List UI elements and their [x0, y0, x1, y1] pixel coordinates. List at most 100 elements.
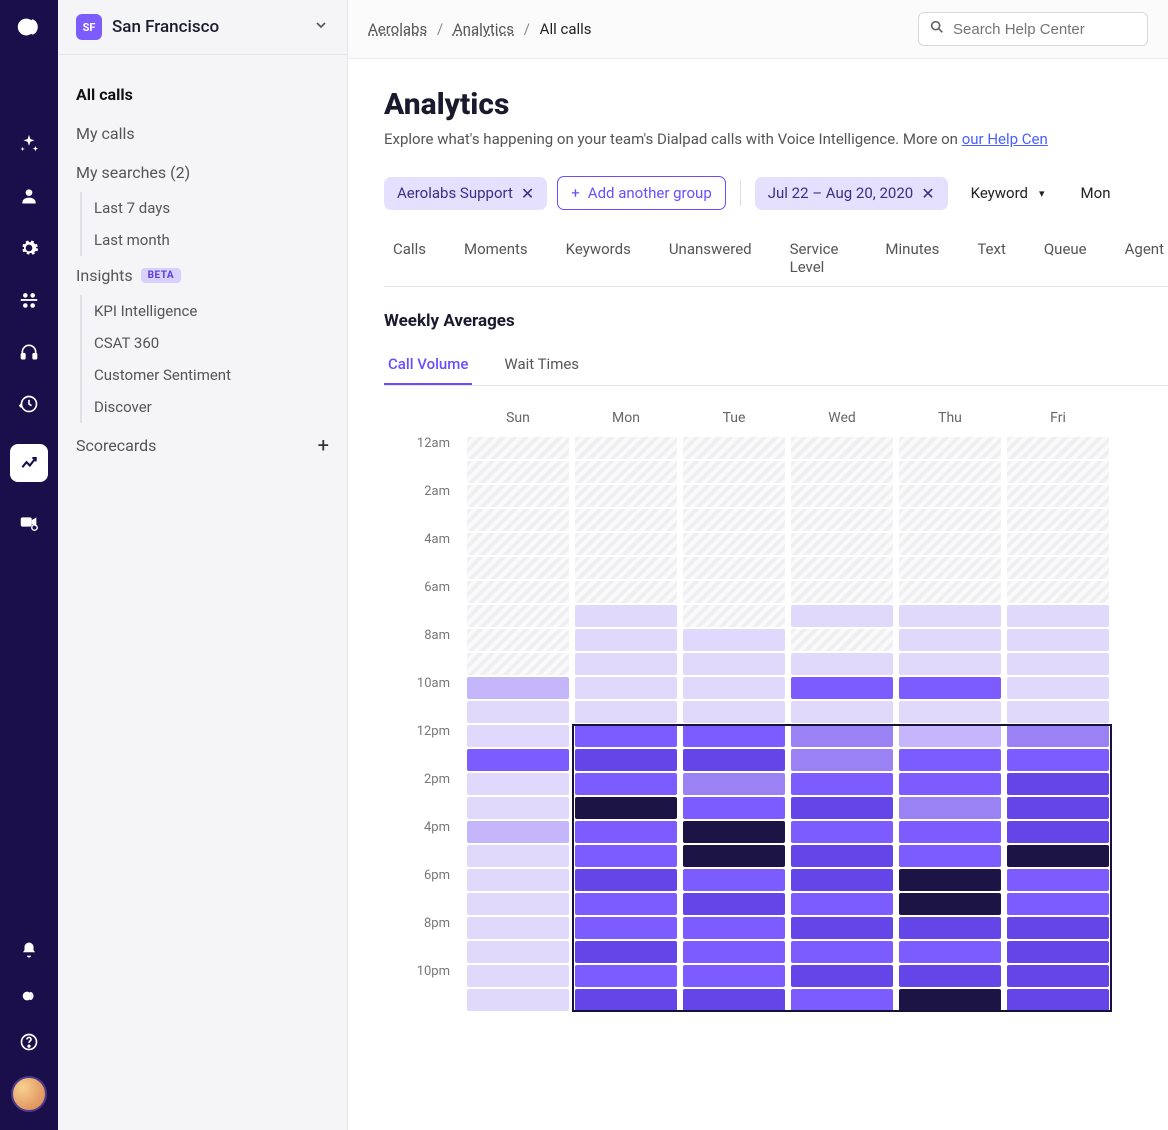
- heatmap-cell[interactable]: [1007, 917, 1109, 939]
- subtab-call-volume[interactable]: Call Volume: [384, 345, 472, 385]
- heatmap-cell[interactable]: [467, 797, 569, 819]
- heatmap-cell[interactable]: [467, 437, 569, 459]
- heatmap-cell[interactable]: [791, 605, 893, 627]
- heatmap-cell[interactable]: [791, 893, 893, 915]
- heatmap-cell[interactable]: [575, 893, 677, 915]
- heatmap-cell[interactable]: [899, 965, 1001, 987]
- analytics-icon[interactable]: [10, 444, 48, 482]
- heatmap-cell[interactable]: [575, 677, 677, 699]
- heatmap-cell[interactable]: [791, 581, 893, 603]
- heatmap-cell[interactable]: [1007, 701, 1109, 723]
- heatmap-cell[interactable]: [467, 509, 569, 531]
- heatmap-cell[interactable]: [791, 701, 893, 723]
- heatmap-cell[interactable]: [1007, 461, 1109, 483]
- heatmap-cell[interactable]: [575, 773, 677, 795]
- heatmap-cell[interactable]: [575, 845, 677, 867]
- keyword-dropdown[interactable]: Keyword ▾: [958, 177, 1058, 209]
- heatmap-cell[interactable]: [683, 461, 785, 483]
- heatmap-cell[interactable]: [1007, 485, 1109, 507]
- heatmap-cell[interactable]: [791, 917, 893, 939]
- help-icon[interactable]: [17, 1030, 41, 1054]
- tab-agent[interactable]: Agent: [1121, 230, 1168, 286]
- heatmap-cell[interactable]: [575, 869, 677, 891]
- headset-icon[interactable]: [17, 340, 41, 364]
- heatmap-cell[interactable]: [683, 581, 785, 603]
- sidebar-item-all-calls[interactable]: All calls: [76, 75, 329, 114]
- heatmap-cell[interactable]: [791, 485, 893, 507]
- heatmap-cell[interactable]: [1007, 797, 1109, 819]
- heatmap-cell[interactable]: [1007, 653, 1109, 675]
- heatmap-cell[interactable]: [575, 701, 677, 723]
- add-group-button[interactable]: + Add another group: [557, 176, 725, 210]
- tab-unanswered[interactable]: Unanswered: [665, 230, 756, 286]
- heatmap-cell[interactable]: [575, 797, 677, 819]
- heatmap-cell[interactable]: [683, 989, 785, 1011]
- heatmap-cell[interactable]: [575, 437, 677, 459]
- heatmap-cell[interactable]: [467, 581, 569, 603]
- heatmap-cell[interactable]: [791, 989, 893, 1011]
- heatmap-cell[interactable]: [899, 725, 1001, 747]
- heatmap-cell[interactable]: [575, 605, 677, 627]
- heatmap-cell[interactable]: [899, 533, 1001, 555]
- sidebar-item-sentiment[interactable]: Customer Sentiment: [94, 359, 329, 391]
- heatmap-cell[interactable]: [467, 629, 569, 651]
- heatmap-cell[interactable]: [899, 821, 1001, 843]
- heatmap-cell[interactable]: [1007, 437, 1109, 459]
- heatmap-cell[interactable]: [683, 773, 785, 795]
- heatmap-cell[interactable]: [467, 893, 569, 915]
- heatmap-cell[interactable]: [791, 941, 893, 963]
- heatmap-cell[interactable]: [683, 701, 785, 723]
- heatmap-cell[interactable]: [1007, 677, 1109, 699]
- heatmap-cell[interactable]: [575, 821, 677, 843]
- heatmap-cell[interactable]: [899, 629, 1001, 651]
- filter-group-chip[interactable]: Aerolabs Support ✕: [384, 177, 547, 210]
- heatmap-cell[interactable]: [1007, 773, 1109, 795]
- heatmap-cell[interactable]: [899, 677, 1001, 699]
- help-search-input[interactable]: [953, 21, 1152, 38]
- heatmap-cell[interactable]: [467, 917, 569, 939]
- heatmap-cell[interactable]: [467, 533, 569, 555]
- video-settings-icon[interactable]: [17, 510, 41, 534]
- tab-moments[interactable]: Moments: [460, 230, 532, 286]
- heatmap-cell[interactable]: [899, 437, 1001, 459]
- heatmap-cell[interactable]: [683, 917, 785, 939]
- workspace-switcher[interactable]: SF San Francisco: [58, 0, 347, 55]
- heatmap-cell[interactable]: [899, 989, 1001, 1011]
- heatmap-cell[interactable]: [575, 653, 677, 675]
- heatmap-cell[interactable]: [467, 461, 569, 483]
- heatmap-cell[interactable]: [791, 533, 893, 555]
- heatmap-cell[interactable]: [791, 821, 893, 843]
- heatmap-cell[interactable]: [683, 629, 785, 651]
- tab-service-level[interactable]: Service Level: [786, 230, 852, 286]
- heatmap-cell[interactable]: [1007, 725, 1109, 747]
- heatmap-cell[interactable]: [467, 845, 569, 867]
- heatmap-cell[interactable]: [1007, 629, 1109, 651]
- heatmap-cell[interactable]: [467, 653, 569, 675]
- dialpad-small-icon[interactable]: [17, 984, 41, 1008]
- heatmap-cell[interactable]: [791, 461, 893, 483]
- heatmap-cell[interactable]: [683, 749, 785, 771]
- heatmap-cell[interactable]: [791, 773, 893, 795]
- heatmap-cell[interactable]: [467, 821, 569, 843]
- heatmap-cell[interactable]: [575, 509, 677, 531]
- sidebar-item-last-7[interactable]: Last 7 days: [94, 192, 329, 224]
- heatmap-cell[interactable]: [575, 725, 677, 747]
- app-logo[interactable]: [14, 12, 44, 42]
- heatmap-cell[interactable]: [683, 509, 785, 531]
- heatmap-cell[interactable]: [1007, 581, 1109, 603]
- heatmap-cell[interactable]: [1007, 749, 1109, 771]
- crumb-analytics[interactable]: Analytics: [453, 20, 514, 38]
- heatmap-cell[interactable]: [575, 989, 677, 1011]
- heatmap-cell[interactable]: [467, 749, 569, 771]
- heatmap-cell[interactable]: [791, 797, 893, 819]
- sidebar-item-discover[interactable]: Discover: [94, 391, 329, 423]
- heatmap-cell[interactable]: [899, 653, 1001, 675]
- team-icon[interactable]: [17, 288, 41, 312]
- heatmap-cell[interactable]: [1007, 821, 1109, 843]
- heatmap-cell[interactable]: [1007, 557, 1109, 579]
- heatmap-cell[interactable]: [467, 965, 569, 987]
- heatmap-cell[interactable]: [683, 557, 785, 579]
- heatmap-cell[interactable]: [1007, 941, 1109, 963]
- heatmap-cell[interactable]: [899, 797, 1001, 819]
- heatmap-cell[interactable]: [791, 749, 893, 771]
